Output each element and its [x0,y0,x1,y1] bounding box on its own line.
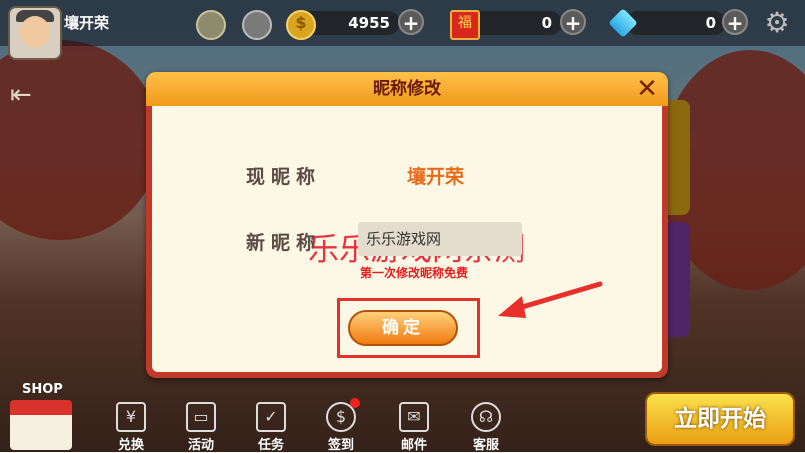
nav-service[interactable]: ☊ 客服 [460,400,512,453]
nav-signin[interactable]: $ 签到 [315,400,367,453]
annotation-arrow [498,281,603,318]
nav-label: 客服 [472,438,499,453]
shop-building-icon [10,400,72,450]
notification-dot [350,398,360,408]
shop-label: SHOP [22,382,63,397]
nav-label: 兑换 [117,438,144,453]
checklist-icon: ✓ [256,402,286,432]
nav-mail[interactable]: ✉ 邮件 [388,400,440,453]
nav-label: 签到 [327,438,354,453]
mail-icon: ✉ [399,402,429,432]
start-game-button[interactable]: 立即开始 [645,392,795,446]
nav-activity[interactable]: ▭ 活动 [175,400,227,453]
nav-exchange[interactable]: ¥ 兑换 [105,400,157,453]
nav-label: 邮件 [400,438,427,453]
exchange-icon: ¥ [116,402,146,432]
nav-label: 活动 [187,438,214,453]
headset-icon: ☊ [471,402,501,432]
gift-icon: ▭ [186,402,216,432]
nav-task[interactable]: ✓ 任务 [245,400,297,453]
nav-label: 任务 [257,438,284,453]
